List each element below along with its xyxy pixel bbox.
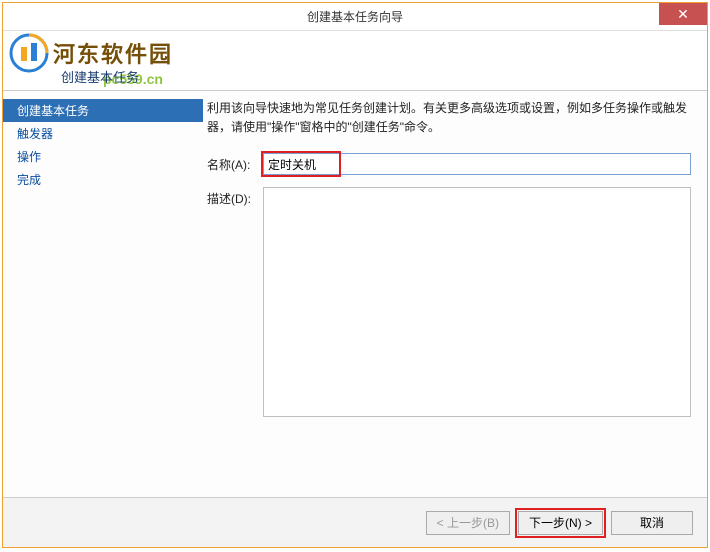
- next-button-wrap: 下一步(N) >: [518, 511, 603, 535]
- content: 利用该向导快速地为常见任务创建计划。有关更多高级选项或设置，例如多任务操作或触发…: [203, 91, 707, 497]
- name-input-wrap: [263, 153, 691, 175]
- intro-text: 利用该向导快速地为常见任务创建计划。有关更多高级选项或设置，例如多任务操作或触发…: [207, 99, 691, 137]
- sidebar-item-trigger[interactable]: 触发器: [3, 122, 203, 145]
- watermark: 河东软件园: [9, 33, 173, 73]
- sidebar-item-action[interactable]: 操作: [3, 145, 203, 168]
- name-label: 名称(A):: [207, 153, 263, 173]
- name-input[interactable]: [263, 153, 691, 175]
- next-button[interactable]: 下一步(N) >: [518, 511, 603, 535]
- watermark-brand: 河东软件园: [53, 37, 173, 69]
- sidebar-item-create-task[interactable]: 创建基本任务: [3, 99, 203, 122]
- header: 河东软件园 pc559.cn 创建基本任务: [3, 31, 707, 91]
- name-row: 名称(A):: [207, 153, 691, 175]
- desc-label: 描述(D):: [207, 187, 263, 477]
- sidebar-item-finish[interactable]: 完成: [3, 168, 203, 191]
- close-button[interactable]: ✕: [659, 3, 707, 25]
- close-icon: ✕: [677, 6, 689, 23]
- footer: < 上一步(B) 下一步(N) > 取消: [3, 497, 707, 547]
- desc-textarea[interactable]: [263, 187, 691, 417]
- body: 创建基本任务 触发器 操作 完成 利用该向导快速地为常见任务创建计划。有关更多高…: [3, 91, 707, 497]
- window-title: 创建基本任务向导: [307, 8, 403, 25]
- titlebar: 创建基本任务向导 ✕: [3, 3, 707, 31]
- cancel-button[interactable]: 取消: [611, 511, 693, 535]
- logo-icon: [9, 33, 49, 73]
- wizard-window: 创建基本任务向导 ✕ 河东软件园 pc559.cn 创建基本任务 创建基本任务 …: [2, 2, 708, 548]
- sidebar: 创建基本任务 触发器 操作 完成: [3, 91, 203, 497]
- back-button: < 上一步(B): [426, 511, 510, 535]
- desc-row: 描述(D):: [207, 187, 691, 477]
